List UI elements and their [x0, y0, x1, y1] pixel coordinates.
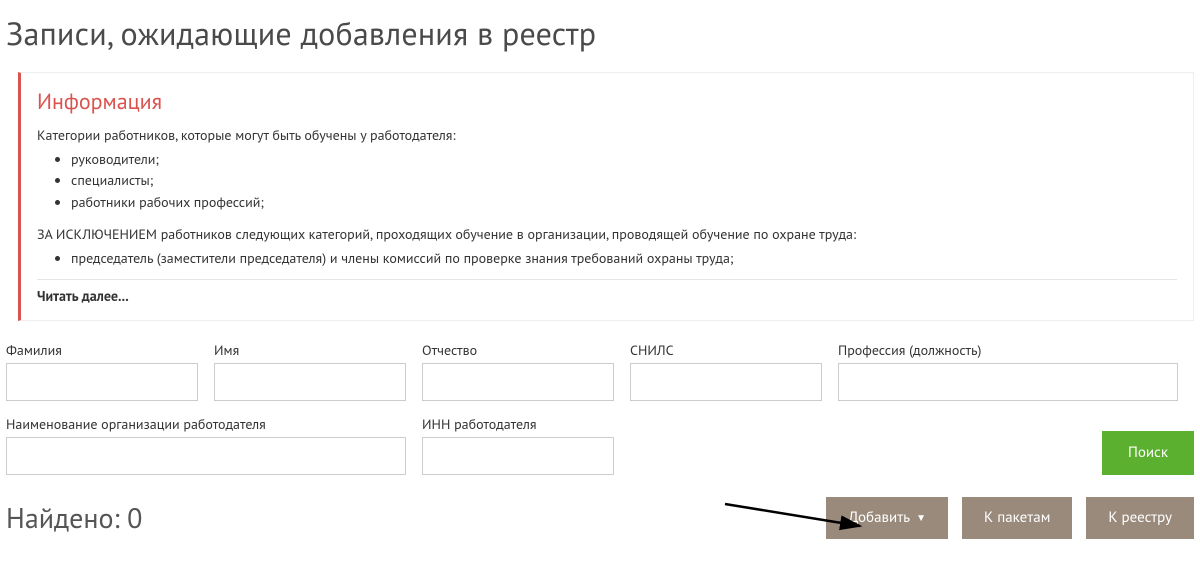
read-more-link[interactable]: Читать далее... — [37, 287, 129, 305]
results-found-number: 0 — [127, 499, 142, 536]
info-panel: Информация Категории работников, которые… — [18, 72, 1194, 321]
position-field: Профессия (должность) — [838, 341, 1178, 401]
name-label: Имя — [214, 341, 406, 359]
snils-field: СНИЛС — [630, 341, 822, 401]
info-intro: Категории работников, которые могут быть… — [37, 125, 1177, 147]
divider — [37, 279, 1177, 280]
patronymic-field: Отчество — [422, 341, 614, 401]
employer-org-input[interactable] — [6, 437, 406, 475]
results-count: Найдено: 0 — [6, 499, 142, 536]
info-heading: Информация — [37, 85, 1177, 119]
to-packages-button[interactable]: К пакетам — [962, 497, 1072, 539]
info-exceptions-list: председатель (заместители председателя) … — [71, 248, 1177, 270]
patronymic-label: Отчество — [422, 341, 614, 359]
patronymic-input[interactable] — [422, 363, 614, 401]
results-bar: Найдено: 0 Добавить ▼ К пакетам К реестр… — [0, 475, 1200, 539]
page-title: Записи, ожидающие добавления в реестр — [0, 0, 1200, 72]
filter-form: Фамилия Имя Отчество СНИЛС Профессия (до… — [0, 341, 1200, 475]
position-label: Профессия (должность) — [838, 341, 1178, 359]
position-input[interactable] — [838, 363, 1178, 401]
surname-input[interactable] — [6, 363, 198, 401]
name-field: Имя — [214, 341, 406, 401]
employer-inn-field: ИНН работодателя — [422, 415, 614, 475]
employer-inn-input[interactable] — [422, 437, 614, 475]
list-item: работники рабочих профессий; — [71, 192, 1177, 214]
list-item: специалисты; — [71, 170, 1177, 192]
caret-down-icon: ▼ — [916, 511, 926, 524]
add-button[interactable]: Добавить ▼ — [826, 497, 948, 539]
surname-label: Фамилия — [6, 341, 198, 359]
employer-org-label: Наименование организации работодателя — [6, 415, 406, 433]
snils-input[interactable] — [630, 363, 822, 401]
list-item: председатель (заместители председателя) … — [71, 248, 1177, 270]
list-item: руководители; — [71, 149, 1177, 171]
snils-label: СНИЛС — [630, 341, 822, 359]
info-exception-intro: ЗА ИСКЛЮЧЕНИЕМ работников следующих кате… — [37, 224, 1177, 246]
search-button[interactable]: Поиск — [1102, 431, 1194, 475]
to-registry-button[interactable]: К реестру — [1086, 497, 1194, 539]
employer-inn-label: ИНН работодателя — [422, 415, 614, 433]
surname-field: Фамилия — [6, 341, 198, 401]
employer-org-field: Наименование организации работодателя — [6, 415, 406, 475]
results-found-prefix: Найдено: — [6, 499, 127, 536]
name-input[interactable] — [214, 363, 406, 401]
add-button-label: Добавить — [848, 508, 910, 527]
info-categories-list: руководители; специалисты; работники раб… — [71, 149, 1177, 214]
